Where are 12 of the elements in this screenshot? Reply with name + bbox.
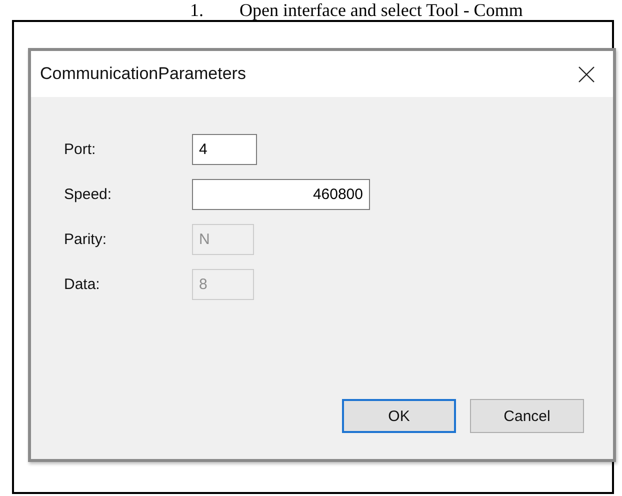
ok-button[interactable]: OK (342, 399, 456, 433)
input-field[interactable]: 460800 (192, 179, 370, 210)
document-heading: Open interface and select Tool - Comm (240, 0, 523, 20)
field-label: Speed: (64, 186, 113, 203)
input-field[interactable]: 4 (192, 134, 257, 165)
field-label: Port: (64, 141, 97, 158)
list-number: 1. (190, 0, 204, 20)
window-title: CommunicationParameters (40, 64, 246, 84)
close-icon[interactable] (578, 66, 595, 82)
field-label: Data: (64, 276, 101, 293)
field-label: Parity: (64, 231, 108, 248)
cancel-button[interactable]: Cancel (470, 399, 584, 433)
